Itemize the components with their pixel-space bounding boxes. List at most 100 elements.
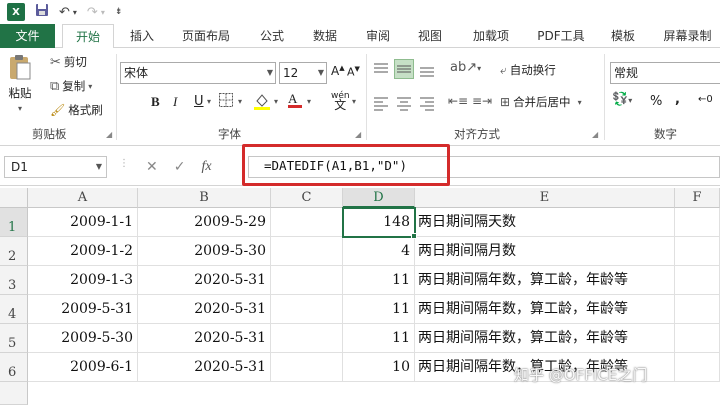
row-header-3[interactable]: 3 (0, 266, 28, 295)
column-header-c[interactable]: C (271, 188, 343, 208)
row-header-4[interactable]: 4 (0, 295, 28, 324)
redo-icon[interactable]: ↷ (87, 5, 98, 20)
cut-button[interactable]: ✂ 剪切 (50, 54, 87, 70)
cell-b3[interactable]: 2020-5-31 (138, 266, 271, 295)
tab-file[interactable]: 文件 (0, 24, 55, 48)
column-header-b[interactable]: B (138, 188, 271, 208)
font-launcher-icon[interactable]: ◢ (355, 130, 361, 139)
insert-function-icon[interactable]: fx (201, 159, 211, 175)
cell-c5[interactable] (271, 324, 343, 353)
tab-insert[interactable]: 插入 (120, 24, 164, 48)
enter-icon[interactable]: ✓ (174, 159, 186, 175)
paste-button[interactable]: 粘贴 ▾ (8, 54, 32, 113)
align-center-icon[interactable] (395, 94, 413, 112)
cancel-icon[interactable]: ✕ (146, 159, 158, 175)
undo-dropdown-icon[interactable]: ▾ (73, 8, 77, 17)
row-header-7[interactable] (0, 382, 28, 405)
align-middle-icon[interactable] (394, 59, 414, 79)
cell-c3[interactable] (271, 266, 343, 295)
percent-button[interactable]: % (650, 94, 662, 109)
tab-page-layout[interactable]: 页面布局 (175, 24, 237, 48)
row-header-1[interactable]: 1 (0, 208, 28, 237)
cell-b1[interactable]: 2009-5-29 (138, 208, 271, 237)
cell-b2[interactable]: 2009-5-30 (138, 237, 271, 266)
italic-button[interactable]: I (173, 94, 177, 110)
save-icon[interactable] (35, 3, 49, 21)
excel-app-icon[interactable]: X (7, 3, 25, 21)
cell-c1[interactable] (271, 208, 343, 237)
cell-f4[interactable] (675, 295, 720, 324)
font-size-combo[interactable]: 12 ▼ (279, 62, 327, 84)
bold-button[interactable]: B (151, 94, 160, 110)
copy-button[interactable]: ⧉ 复制 ▾ (50, 78, 92, 94)
increase-font-icon[interactable]: A▲ (331, 64, 345, 78)
increase-decimal-icon[interactable]: ←0 (698, 94, 713, 105)
cell-c6[interactable] (271, 353, 343, 382)
cell-a3[interactable]: 2009-1-3 (28, 266, 138, 295)
fill-handle[interactable] (411, 233, 417, 239)
paste-dropdown-icon[interactable]: ▾ (18, 104, 22, 113)
tab-home[interactable]: 开始 (62, 24, 114, 49)
cell-d6[interactable]: 10 (343, 353, 415, 382)
chevron-down-icon[interactable]: ▾ (352, 97, 356, 106)
tab-formulas[interactable]: 公式 (250, 24, 294, 48)
cell-f3[interactable] (675, 266, 720, 295)
clipboard-launcher-icon[interactable]: ◢ (106, 130, 112, 139)
cell-e5[interactable]: 两日期间隔年数，算工龄，年龄等 (415, 324, 675, 353)
cell-f6[interactable] (675, 353, 720, 382)
row-header-2[interactable]: 2 (0, 237, 28, 266)
cell-d2[interactable]: 4 (343, 237, 415, 266)
copy-dropdown-icon[interactable]: ▾ (88, 82, 92, 91)
cell-d5[interactable]: 11 (343, 324, 415, 353)
cell-f5[interactable] (675, 324, 720, 353)
tab-templates[interactable]: 模板 (601, 24, 645, 48)
chevron-down-icon[interactable]: ▾ (274, 97, 278, 106)
decrease-indent-icon[interactable]: ⇤≡ (448, 94, 468, 108)
accounting-format-icon[interactable]: 💱▾ (612, 92, 632, 107)
cell-a6[interactable]: 2009-6-1 (28, 353, 138, 382)
undo-icon[interactable]: ↶ (59, 5, 70, 20)
tab-addins[interactable]: 加载项 (462, 24, 520, 48)
font-color-icon[interactable]: A (288, 91, 302, 108)
column-header-d[interactable]: D (343, 188, 415, 208)
cell-c4[interactable] (271, 295, 343, 324)
cell-b4[interactable]: 2020-5-31 (138, 295, 271, 324)
cell-e4[interactable]: 两日期间隔年数，算工龄，年龄等 (415, 295, 675, 324)
column-header-e[interactable]: E (415, 188, 675, 208)
chevron-down-icon[interactable]: ▾ (238, 97, 242, 106)
cell-e1[interactable]: 两日期间隔天数 (415, 208, 675, 237)
cell-f2[interactable] (675, 237, 720, 266)
cell-a1[interactable]: 2009-1-1 (28, 208, 138, 237)
cell-a4[interactable]: 2009-5-31 (28, 295, 138, 324)
cell-e2[interactable]: 两日期间隔月数 (415, 237, 675, 266)
underline-button[interactable]: U (194, 94, 204, 109)
increase-indent-icon[interactable]: ≡⇥ (472, 94, 492, 108)
cell-f1[interactable] (675, 208, 720, 237)
redo-dropdown-icon[interactable]: ▾ (101, 8, 105, 17)
tab-screen-record[interactable]: 屏幕录制 (655, 24, 720, 48)
cell-e3[interactable]: 两日期间隔年数，算工龄，年龄等 (415, 266, 675, 295)
cell-b5[interactable]: 2020-5-31 (138, 324, 271, 353)
number-format-combo[interactable]: 常规 (610, 62, 720, 84)
tab-view[interactable]: 视图 (408, 24, 452, 48)
column-header-f[interactable]: F (675, 188, 720, 208)
row-header-5[interactable]: 5 (0, 324, 28, 353)
name-box[interactable]: D1 ▼ (4, 156, 107, 178)
cell-d4[interactable]: 11 (343, 295, 415, 324)
align-right-icon[interactable] (418, 94, 436, 112)
cell-d3[interactable]: 11 (343, 266, 415, 295)
phonetic-guide-icon[interactable]: wén 文 (331, 92, 350, 112)
wrap-text-button[interactable]: ⤶ 自动换行 (500, 62, 556, 78)
font-name-combo[interactable]: 宋体 ▼ (120, 62, 276, 84)
orientation-icon[interactable]: ab↗▾ (450, 60, 481, 75)
customize-qat-icon[interactable]: ⇟ (115, 7, 123, 17)
tab-review[interactable]: 审阅 (356, 24, 400, 48)
fill-color-icon[interactable] (253, 92, 271, 114)
tab-pdf-tools[interactable]: PDF工具 (530, 24, 592, 48)
align-top-icon[interactable] (372, 60, 390, 78)
column-header-a[interactable]: A (28, 188, 138, 208)
cell-b6[interactable]: 2020-5-31 (138, 353, 271, 382)
align-left-icon[interactable] (372, 94, 390, 112)
align-bottom-icon[interactable] (418, 60, 436, 78)
chevron-down-icon[interactable]: ▾ (307, 97, 311, 106)
